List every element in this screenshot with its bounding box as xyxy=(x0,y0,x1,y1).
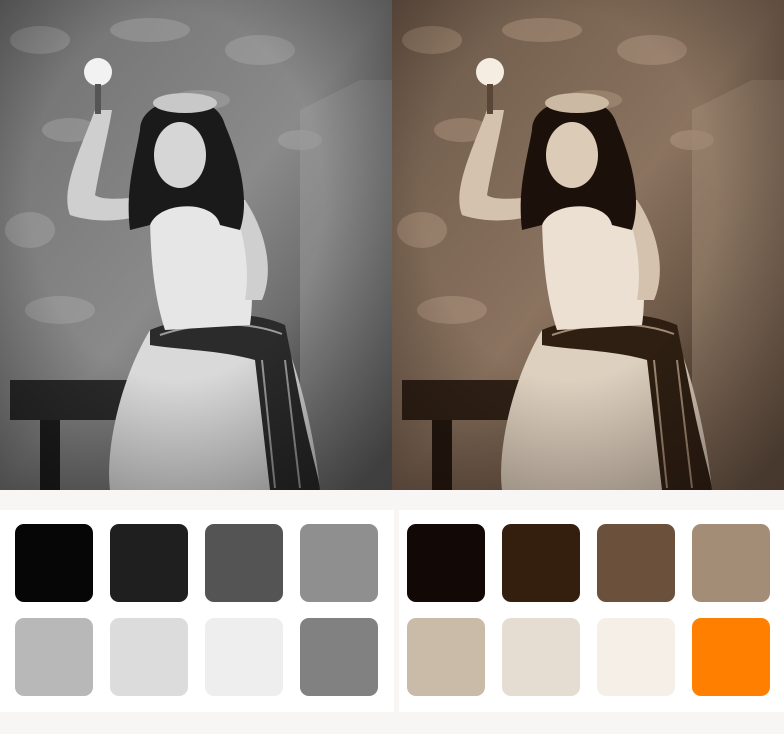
sepia-swatch-5 xyxy=(407,618,485,696)
sepia-swatch-4 xyxy=(692,524,770,602)
grayscale-swatch-3 xyxy=(205,524,283,602)
sepia-swatch-7 xyxy=(597,618,675,696)
grayscale-portrait-image xyxy=(0,0,392,490)
sepia-palette xyxy=(399,510,784,712)
sepia-swatch-8 xyxy=(692,618,770,696)
grayscale-swatch-8 xyxy=(300,618,378,696)
sepia-swatch-3 xyxy=(597,524,675,602)
grayscale-swatch-5 xyxy=(15,618,93,696)
grayscale-swatch-1 xyxy=(15,524,93,602)
sepia-swatch-1 xyxy=(407,524,485,602)
grayscale-swatch-4 xyxy=(300,524,378,602)
grayscale-swatch-6 xyxy=(110,618,188,696)
sepia-swatch-2 xyxy=(502,524,580,602)
sepia-photo xyxy=(392,0,784,490)
grayscale-palette xyxy=(0,510,394,712)
sepia-portrait-image xyxy=(392,0,784,490)
grayscale-swatch-2 xyxy=(110,524,188,602)
grayscale-photo xyxy=(0,0,392,490)
grayscale-swatch-7 xyxy=(205,618,283,696)
sepia-swatch-6 xyxy=(502,618,580,696)
